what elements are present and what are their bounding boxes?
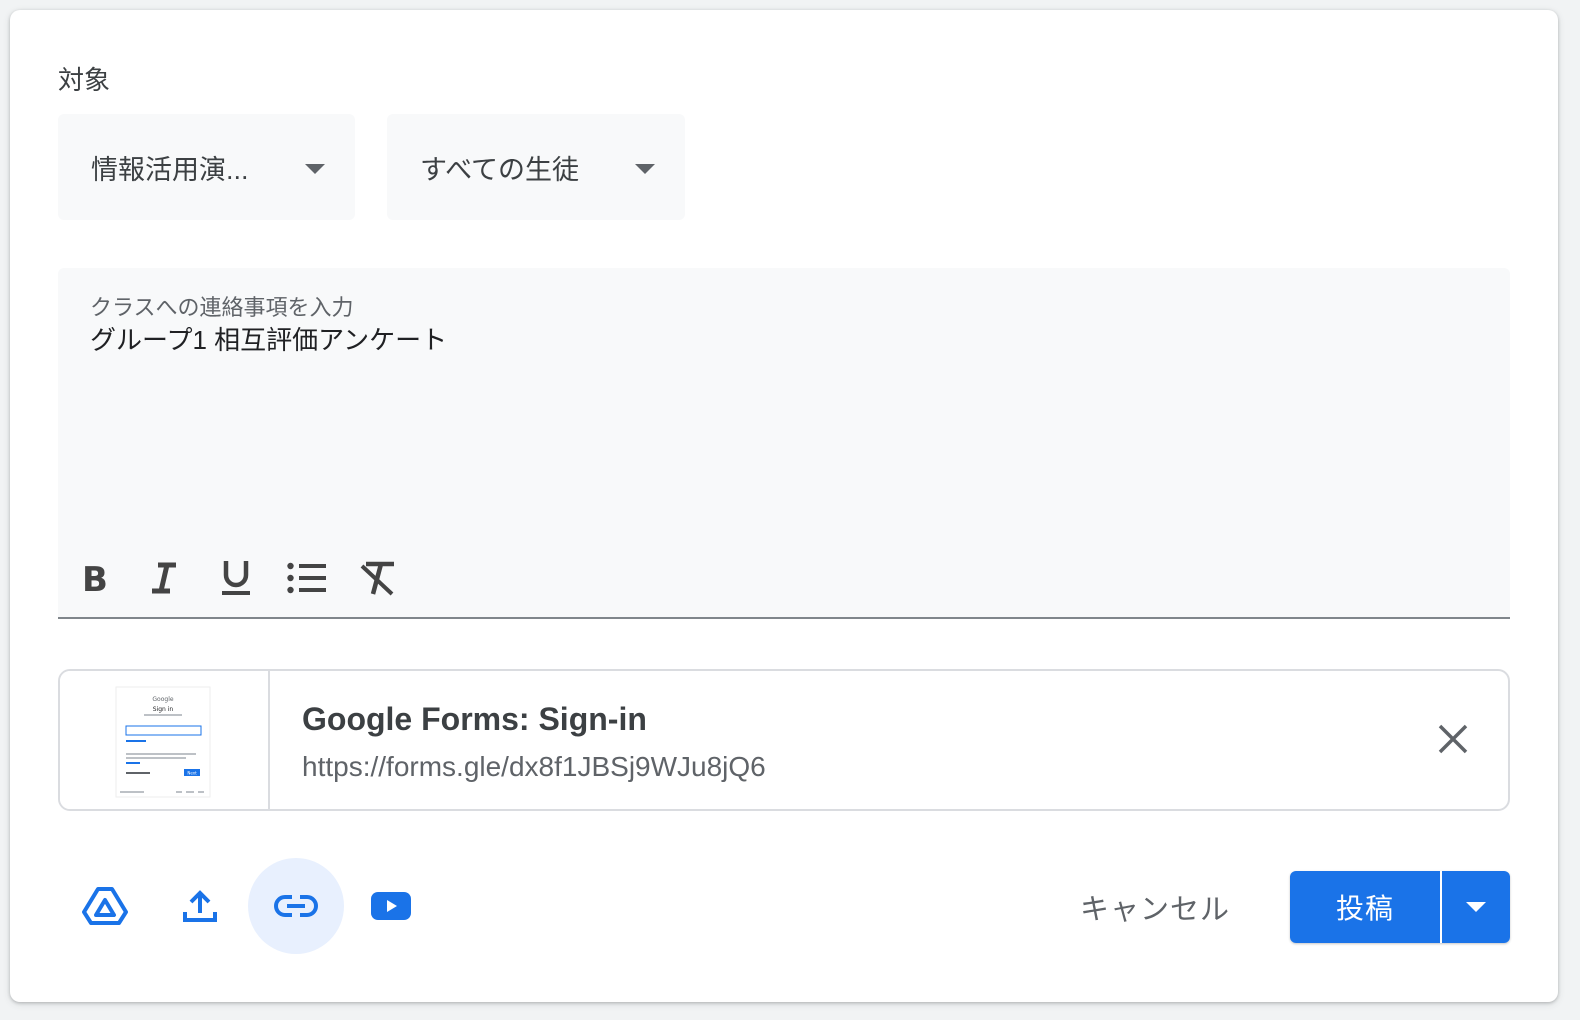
post-button[interactable]: 投稿 [1290, 871, 1440, 943]
cancel-button[interactable]: キャンセル [1070, 872, 1240, 942]
sign-in-page-preview: Google Sign in Next [115, 686, 211, 798]
students-select[interactable]: すべての生徒 [387, 114, 685, 220]
editor-floating-label: クラスへの連絡事項を入力 [90, 295, 354, 320]
bulleted-list-icon [287, 562, 326, 594]
post-divider [1440, 871, 1442, 943]
google-drive-icon [82, 887, 128, 925]
students-select-value: すべての生徒 [420, 154, 580, 185]
add-youtube-button[interactable] [343, 858, 439, 954]
link-attachment[interactable]: Google Sign in Next Google Forms: Sign-i… [58, 669, 1510, 811]
post-button-group: 投稿 [1290, 871, 1510, 943]
clear-formatting-button[interactable] [350, 550, 406, 606]
post-options-button[interactable] [1442, 871, 1510, 943]
chevron-down-icon [1466, 902, 1486, 912]
svg-text:Google: Google [152, 696, 173, 703]
svg-text:Next: Next [187, 771, 197, 776]
add-google-drive-button[interactable] [57, 858, 153, 954]
upload-file-button[interactable] [152, 858, 248, 954]
class-select[interactable]: 情報活用演... [58, 114, 355, 220]
remove-attachment-button[interactable] [1425, 711, 1481, 767]
underline-button[interactable] [208, 550, 264, 606]
italic-icon [152, 562, 176, 594]
attachment-thumbnail: Google Sign in Next [60, 671, 270, 809]
youtube-icon [371, 892, 411, 920]
bold-button[interactable]: B [66, 550, 122, 606]
editor-text[interactable]: グループ1 相互評価アンケート [90, 320, 447, 357]
target-label: 対象 [58, 65, 111, 95]
chevron-down-icon [305, 164, 325, 174]
bold-icon: B [82, 562, 108, 594]
attachment-url[interactable]: https://forms.gle/dx8f1JBSj9WJu8jQ6 [302, 751, 766, 783]
class-select-value: 情報活用演... [91, 154, 249, 185]
svg-text:Sign in: Sign in [153, 706, 174, 713]
close-icon [1438, 724, 1468, 754]
add-link-button[interactable] [248, 858, 344, 954]
attachment-title[interactable]: Google Forms: Sign-in [302, 701, 647, 738]
italic-button[interactable] [136, 550, 192, 606]
underline-icon [222, 561, 250, 595]
chevron-down-icon [635, 164, 655, 174]
bulleted-list-button[interactable] [279, 550, 335, 606]
link-icon [274, 895, 318, 917]
post-composer-card: 対象 情報活用演... すべての生徒 クラスへの連絡事項を入力 グループ1 相互… [10, 10, 1558, 1002]
svg-text:B: B [82, 562, 108, 594]
upload-icon [183, 890, 217, 922]
announcement-editor[interactable]: クラスへの連絡事項を入力 グループ1 相互評価アンケート B [58, 268, 1510, 619]
clear-formatting-icon [360, 561, 394, 596]
